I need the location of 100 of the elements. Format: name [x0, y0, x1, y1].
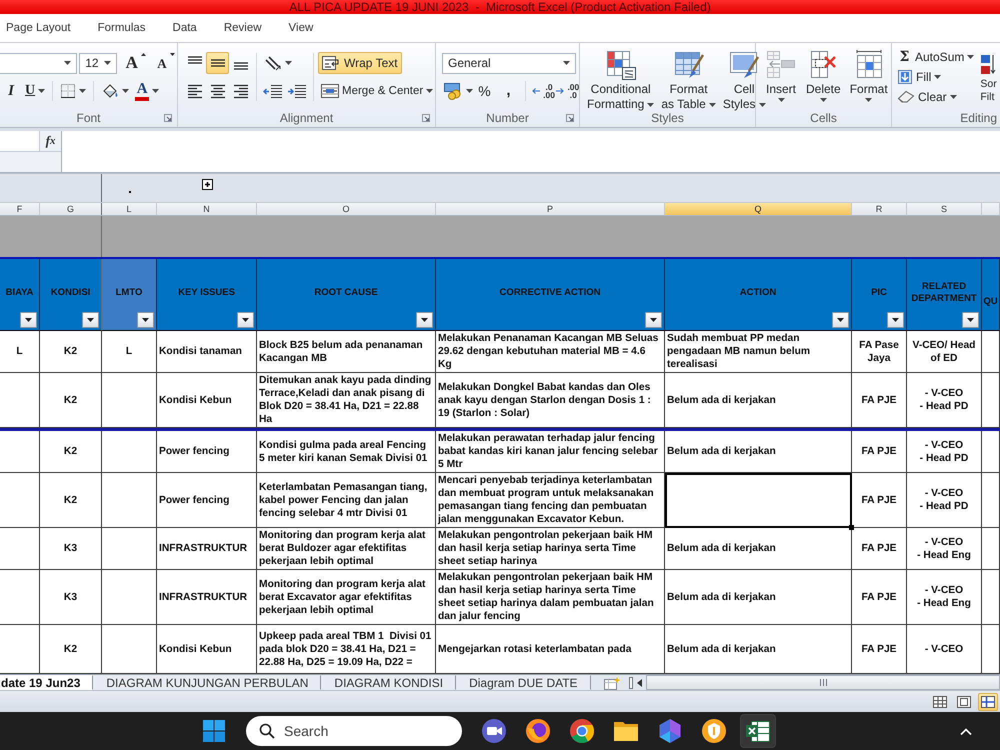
cell-brush-icon [728, 49, 760, 81]
filter-dropdown-button[interactable] [645, 312, 662, 328]
name-box-field[interactable] [0, 131, 40, 151]
expand-group-icon[interactable] [202, 179, 212, 190]
font-size-field[interactable]: 12 [79, 52, 117, 74]
sheet-tab[interactable]: date 19 Jun23 [0, 675, 94, 690]
table-cell: K3 [40, 570, 102, 625]
ribbon-tab[interactable]: Formulas [98, 22, 146, 34]
group-label: Cells [810, 111, 837, 125]
column-title: CORRECTIVE ACTION [498, 286, 602, 298]
merge-cells-icon [321, 84, 339, 98]
up-arrow-icon [140, 53, 146, 56]
underline-button[interactable]: U [22, 80, 48, 102]
caret-icon [122, 89, 130, 93]
filter-dropdown-button[interactable] [962, 312, 979, 328]
group-label: Number [486, 111, 529, 125]
horizontal-scrollbar[interactable] [646, 675, 1000, 690]
filter-dropdown-button[interactable] [137, 312, 154, 328]
ribbon-tab[interactable]: View [288, 22, 314, 34]
caret-icon [967, 318, 974, 322]
ribbon-tab[interactable]: Page Layout [6, 22, 71, 34]
ring-logo-icon [569, 718, 595, 744]
column-letter[interactable]: Q [665, 203, 852, 215]
decrease-decimal-button[interactable]: .00 .0 [556, 80, 579, 102]
caret-icon [38, 89, 46, 93]
caret-icon [426, 89, 434, 93]
filter-dropdown-button[interactable] [416, 312, 433, 328]
number-format-field[interactable]: General [442, 52, 576, 74]
sort-filter-button[interactable]: Sor Filt [979, 47, 998, 109]
scroll-left-icon[interactable] [637, 678, 642, 686]
table-cell: FA PJE [852, 528, 907, 570]
tab-split-icon[interactable] [629, 676, 633, 688]
sheet-tab[interactable]: DIAGRAM KUNJUNGAN PERBULAN [93, 675, 322, 690]
fill-handle-icon[interactable] [849, 525, 854, 530]
sheet-tab[interactable]: Diagram DUE DATE [456, 675, 591, 690]
format-as-table-button[interactable]: Format as Table [658, 48, 719, 109]
left-arrow-icon [532, 88, 540, 94]
column-title: ACTION [738, 286, 778, 298]
table-cell: K2 [40, 331, 102, 373]
comma-style-button[interactable]: , [497, 80, 520, 102]
font-color-button[interactable]: A [132, 80, 162, 102]
table-cell: L [102, 331, 157, 373]
caret-icon [778, 98, 784, 102]
chevron-up-icon[interactable] [960, 726, 972, 736]
filter-dropdown-button[interactable] [237, 312, 254, 328]
filter-dropdown-button[interactable] [82, 312, 99, 328]
accounting-format-button[interactable] [444, 80, 472, 102]
column-letter[interactable]: F [0, 203, 40, 215]
ribbon-tab[interactable]: Data [172, 22, 197, 34]
caret-icon [758, 102, 766, 106]
column-letter[interactable]: N [157, 203, 257, 215]
clear-button[interactable]: Clear [895, 87, 976, 107]
caret-icon [950, 95, 957, 99]
ribbon-tab[interactable]: Review [224, 22, 262, 34]
filter-dropdown-button[interactable] [832, 312, 849, 328]
caret-icon [650, 318, 657, 322]
column-title: BIAYA [4, 286, 34, 298]
grow-font-button[interactable]: A [124, 52, 148, 74]
sheet-tab[interactable]: DIAGRAM KONDISI [321, 675, 456, 690]
table-brush-icon [672, 49, 705, 81]
percent-style-button[interactable]: % [473, 80, 496, 102]
filter-dropdown-button[interactable] [887, 312, 904, 328]
conditional-formatting-button[interactable]: Conditional Formatting [584, 48, 658, 109]
align-top-icon [186, 56, 202, 64]
format-button[interactable]: Format [846, 48, 891, 109]
increase-decimal-button[interactable]: .0 .00 [532, 80, 555, 102]
alignment-button[interactable] [206, 52, 229, 74]
paint-bucket-icon [101, 83, 120, 99]
italic-button[interactable]: I [0, 80, 22, 102]
table-cell: Mencari penyebab terjadinya keterlambatan dan membuat program untuk melaksanakan pemasangan tiang fencing dan pembuatan jalan menggunakan Excavator Kebun. [436, 473, 665, 528]
conditional-formatting-icon [604, 49, 637, 81]
caret-icon [563, 61, 570, 65]
column-letter[interactable]: L [102, 203, 157, 215]
taskbar-app-button[interactable] [740, 714, 776, 748]
dialog-launcher-icon[interactable] [566, 114, 574, 122]
borders-icon [60, 83, 76, 99]
align-right-icon [232, 84, 248, 98]
autosum-button[interactable]: Σ AutoSum [895, 47, 976, 67]
caret-icon [152, 89, 160, 93]
table-cell: FA PJE [852, 431, 907, 473]
shrink-font-button[interactable]: A [154, 52, 177, 74]
table-cell: Monitoring dan program kerja alat berat Buldozer agar efektifitas pekerjaan lebih optimal [257, 528, 436, 570]
filter-dropdown-button[interactable] [20, 312, 37, 328]
column-letter[interactable]: O [257, 203, 436, 215]
delete-button[interactable]: Delete [803, 48, 844, 109]
fill-button[interactable]: Fill [895, 67, 976, 87]
column-letter[interactable]: R [852, 203, 907, 215]
insert-cells-icon [765, 49, 797, 81]
dialog-launcher-icon[interactable] [422, 114, 430, 122]
caret-icon [64, 61, 72, 65]
increase-indent-icon [287, 84, 307, 98]
column-letter[interactable]: G [40, 203, 102, 215]
search-field[interactable]: Search [246, 716, 462, 746]
merge-center-button[interactable]: Merge & Center [318, 80, 438, 102]
column-title: RELATED DEPARTMENT [910, 280, 978, 304]
page-break-view-button[interactable] [978, 692, 998, 710]
column-letter[interactable]: S [907, 203, 982, 215]
dialog-launcher-icon[interactable] [164, 114, 172, 122]
font-name-field[interactable] [0, 52, 78, 74]
wrap-text-button[interactable]: Wrap Text [318, 52, 402, 74]
